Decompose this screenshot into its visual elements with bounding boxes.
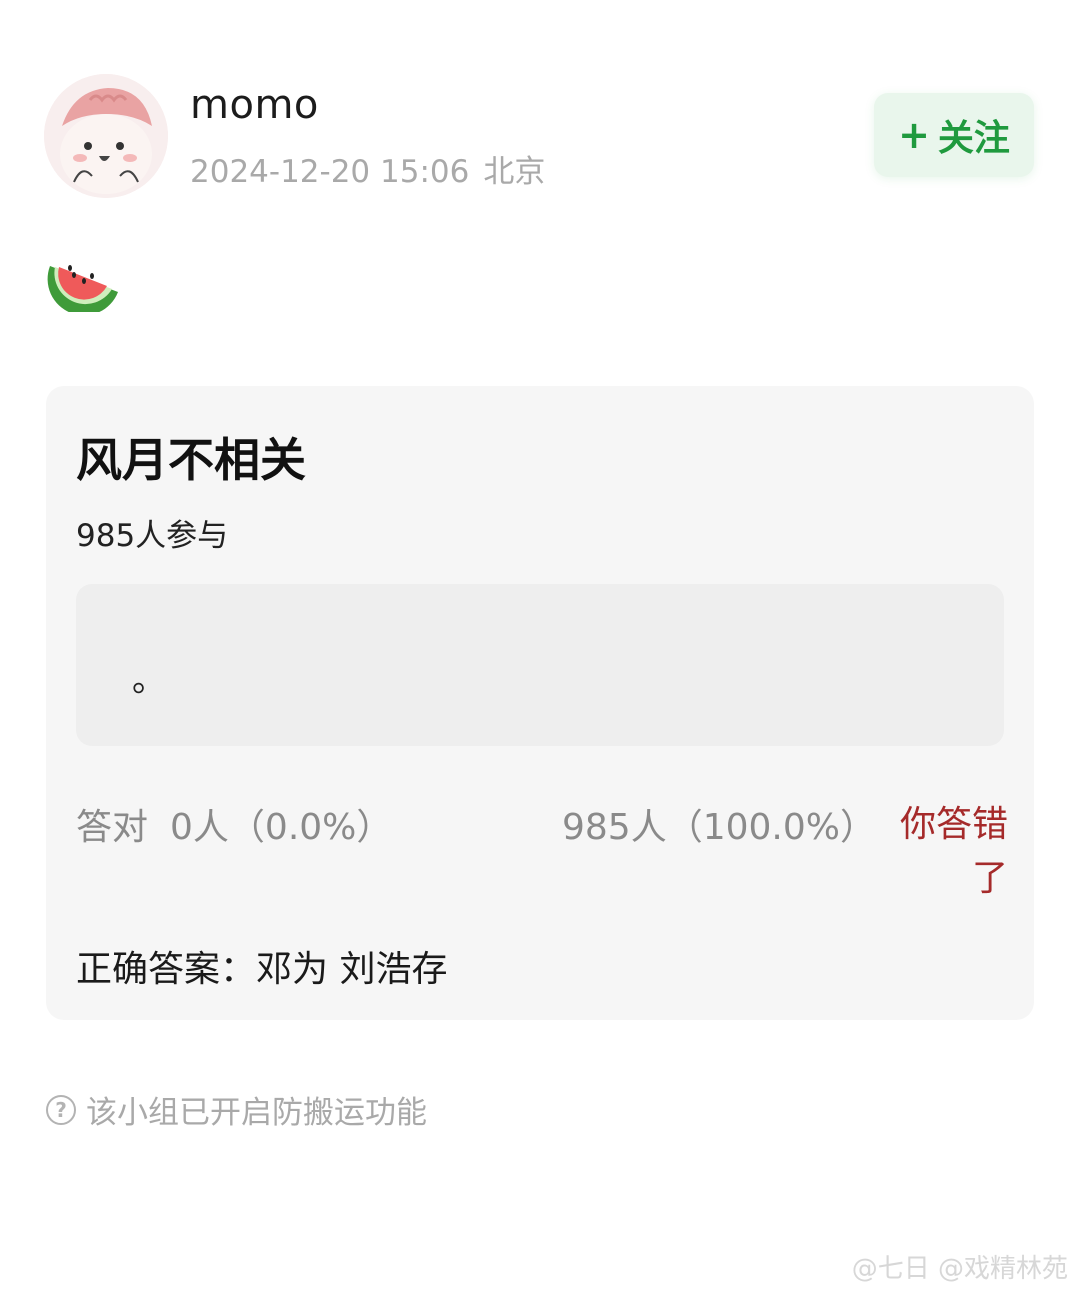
- quiz-title: 风月不相关: [76, 433, 306, 487]
- anti-repost-notice[interactable]: ? 该小组已开启防搬运功能: [46, 1087, 427, 1132]
- follow-button[interactable]: + 关注: [874, 93, 1034, 177]
- correct-count: 0人（0.0%）: [170, 807, 393, 848]
- question-circle-icon: ?: [46, 1094, 76, 1125]
- watermark: @七日 @戏精林苑: [851, 1254, 1068, 1284]
- post-timestamp: 2024-12-20 15:06: [190, 154, 470, 190]
- username[interactable]: momo: [190, 82, 319, 128]
- post-page: momo 2024-12-20 15:06 北京 + 关注 风月不相关 985人参…: [0, 0, 1080, 1291]
- correct-stat: 答对 0人（0.0%）: [76, 798, 392, 850]
- follow-label: 关注: [937, 118, 1010, 159]
- correct-label: 答对: [76, 807, 149, 848]
- notice-text: 该小组已开启防搬运功能: [86, 1095, 427, 1131]
- plus-icon: +: [898, 113, 930, 157]
- result-badge: 你答错了: [899, 804, 1008, 899]
- post-location: 北京: [483, 154, 546, 190]
- participant-count: 985人参与: [76, 518, 229, 554]
- wrong-stat: 985人（100.0%）: [562, 807, 876, 848]
- avatar[interactable]: [44, 74, 168, 198]
- answer-text: 。: [132, 660, 166, 700]
- answer-input[interactable]: 。: [76, 584, 1004, 746]
- post-meta: 2024-12-20 15:06 北京: [190, 146, 545, 191]
- quiz-card[interactable]: 风月不相关 985人参与 。 答对 0人（0.0%） 985人（100.0%） 你…: [46, 386, 1034, 1020]
- watermelon-icon: [47, 265, 118, 312]
- avatar-illustration: [44, 74, 168, 198]
- correct-answer: 正确答案：邓为 刘浩存: [76, 949, 448, 990]
